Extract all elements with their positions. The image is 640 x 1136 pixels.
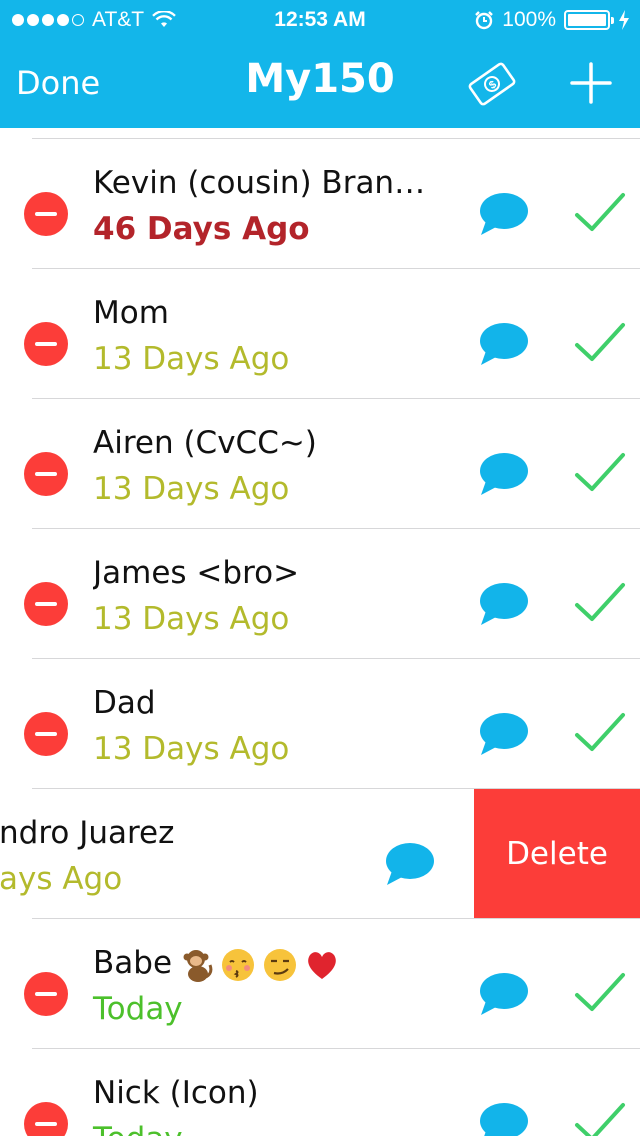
message-bubble-icon[interactable] [478,1101,530,1136]
message-bubble-icon[interactable] [478,581,530,627]
red-heart-icon [304,947,340,983]
last-contact-label: 13 Days Ago [93,471,290,507]
message-bubble-icon[interactable] [478,711,530,757]
contact-row[interactable]: Dad 13 Days Ago [0,659,640,789]
delete-control-icon[interactable] [24,582,68,626]
contact-name: ndro Juarez [0,815,175,851]
delete-button[interactable]: Delete [474,789,640,919]
last-contact-label: 13 Days Ago [93,731,290,767]
alarm-icon [475,11,494,30]
contact-row-content: Babe Today [0,919,640,1049]
contact-row[interactable]: Kevin (cousin) Branni… 46 Days Ago [0,139,640,269]
checkmark-icon[interactable] [574,581,626,625]
delete-control-icon[interactable] [24,712,68,756]
contact-name: Dad [93,685,156,721]
header: AT&T 12:53 AM 100% Done My150 $ [0,0,640,128]
last-contact-label: ays Ago [0,861,123,897]
message-bubble-icon[interactable] [478,451,530,497]
checkmark-icon[interactable] [574,451,626,495]
charging-bolt-icon [619,10,629,30]
contact-row[interactable]: James <bro> 13 Days Ago [0,529,640,659]
checkmark-icon[interactable] [574,711,626,755]
checkmark-icon[interactable] [574,191,626,235]
contact-row-content: Nick (Icon) Today [0,1049,640,1136]
contact-name: Mom [93,295,169,331]
checkmark-icon[interactable] [574,1101,626,1136]
contact-name: Nick (Icon) [93,1075,259,1111]
battery-icon [564,10,614,30]
delete-control-icon[interactable] [24,1102,68,1136]
checkmark-icon[interactable] [574,971,626,1015]
message-bubble-icon[interactable] [384,841,436,887]
smirking-face-icon [262,947,298,983]
contact-name: James <bro> [93,555,300,591]
delete-control-icon[interactable] [24,322,68,366]
contact-row-content: James <bro> 13 Days Ago [0,529,640,659]
message-bubble-icon[interactable] [478,191,530,237]
last-contact-label: Today [93,1121,183,1136]
contact-name: Babe [93,945,443,983]
page-title: My150 [245,56,395,102]
delete-control-icon[interactable] [24,972,68,1016]
last-contact-label: Today [93,991,183,1027]
contact-row-content: Airen (CvCC~) 13 Days Ago [0,399,640,529]
status-bar: AT&T 12:53 AM 100% [0,0,640,40]
contact-name: Airen (CvCC~) [93,425,317,461]
monkey-icon [178,947,214,983]
contact-row-content: Kevin (cousin) Branni… 46 Days Ago [0,139,640,269]
contact-row-content: Dad 13 Days Ago [0,659,640,789]
last-contact-label: 46 Days Ago [93,211,310,247]
navigation-bar: Done My150 $ [0,40,640,128]
delete-control-icon[interactable] [24,192,68,236]
battery-percent: 100% [502,8,556,31]
contact-row-content: ndro Juarez ays Ago [0,789,546,919]
message-bubble-icon[interactable] [478,321,530,367]
money-icon[interactable]: $ [466,60,518,108]
checkmark-icon[interactable] [574,321,626,365]
contact-name: Kevin (cousin) Branni… [93,165,443,201]
contact-row[interactable]: Babe Today [0,919,640,1049]
add-icon[interactable] [568,60,614,106]
last-contact-label: 13 Days Ago [93,601,290,637]
contact-row-content: Mom 13 Days Ago [0,269,640,399]
kissing-face-icon [220,947,256,983]
delete-control-icon[interactable] [24,452,68,496]
last-contact-label: 13 Days Ago [93,341,290,377]
contact-list: Kevin (cousin) Branni… 46 Days Ago Mom 13 D… [0,128,640,1136]
contact-row[interactable]: Nick (Icon) Today [0,1049,640,1136]
contact-row[interactable]: ndro Juarez ays Ago Delete [0,789,640,919]
message-bubble-icon[interactable] [478,971,530,1017]
status-right: 100% [474,8,630,32]
contact-row[interactable]: Mom 13 Days Ago [0,269,640,399]
contact-row[interactable]: Airen (CvCC~) 13 Days Ago [0,399,640,529]
